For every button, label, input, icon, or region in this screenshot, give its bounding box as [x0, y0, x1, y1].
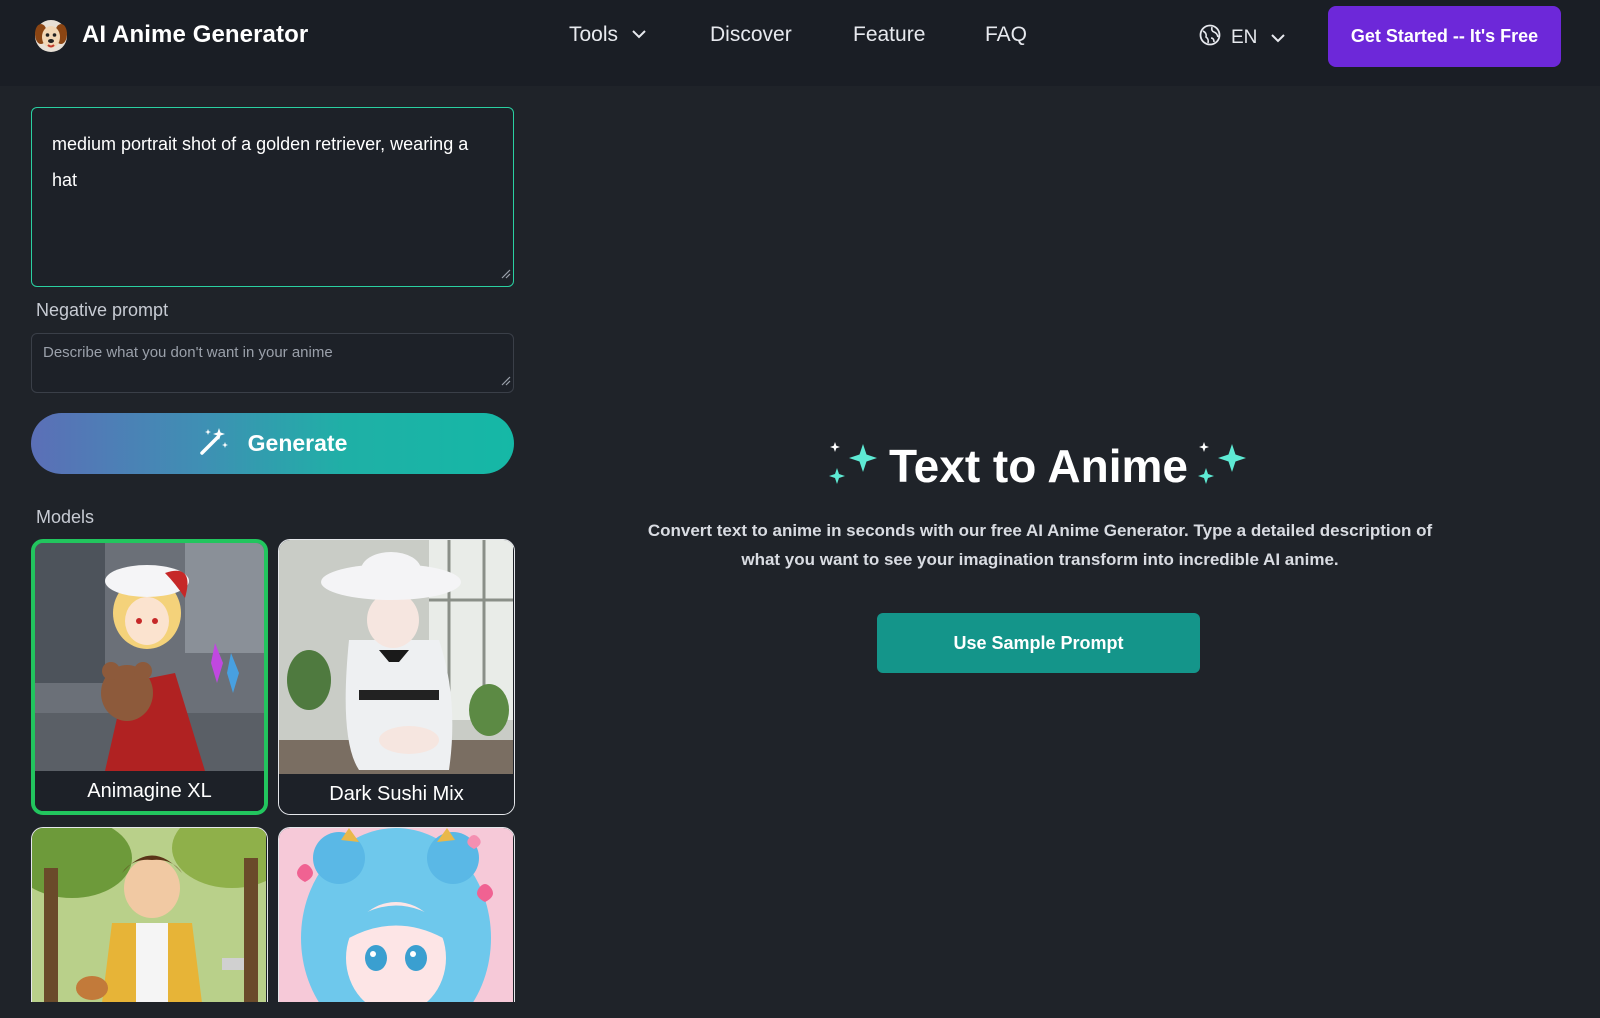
nav-feature[interactable]: Feature [853, 23, 925, 47]
top-navbar: AI Anime Generator Tools Discover Featur… [0, 0, 1600, 86]
prompt-text: medium portrait shot of a golden retriev… [52, 134, 469, 190]
globe-icon [1199, 24, 1221, 52]
chevron-down-icon [1271, 27, 1286, 49]
resize-handle-icon[interactable] [501, 266, 511, 284]
resize-handle-icon[interactable] [501, 373, 511, 390]
hero-title-row: Text to Anime [826, 437, 1251, 495]
language-label: EN [1231, 27, 1258, 48]
nav-discover[interactable]: Discover [710, 23, 792, 47]
nav-tools[interactable]: Tools [569, 23, 646, 47]
hero-description: Convert text to anime in seconds with ou… [647, 521, 1433, 569]
model-name: Dark Sushi Mix [279, 774, 514, 814]
chevron-down-icon [632, 21, 646, 45]
model-card-animagine-xl[interactable]: Animagine XL [31, 539, 268, 815]
model-card-4[interactable] [278, 827, 515, 1002]
prompt-textarea[interactable]: medium portrait shot of a golden retriev… [31, 107, 514, 287]
model-thumbnail-image [279, 828, 514, 1002]
magic-wand-icon [198, 425, 230, 462]
get-started-button[interactable]: Get Started -- It's Free [1328, 6, 1561, 67]
use-sample-prompt-button[interactable]: Use Sample Prompt [877, 613, 1200, 673]
generate-label: Generate [247, 430, 348, 456]
negative-prompt-label: Negative prompt [36, 300, 169, 320]
negative-prompt-placeholder: Describe what you don't want in your ani… [43, 344, 333, 361]
sparkles-icon [827, 440, 881, 493]
negative-prompt-input[interactable]: Describe what you don't want in your ani… [31, 333, 514, 393]
model-name: Animagine XL [35, 771, 264, 811]
hero-title: Text to Anime [888, 440, 1189, 492]
sparkles-icon [1196, 440, 1250, 493]
model-thumbnail-image [35, 543, 264, 771]
model-card-3[interactable] [31, 827, 268, 1002]
model-thumbnail-image [279, 540, 514, 776]
app-title[interactable]: AI Anime Generator [82, 21, 308, 49]
dog-logo-icon[interactable] [34, 19, 68, 53]
model-card-dark-sushi-mix[interactable]: Dark Sushi Mix [278, 539, 515, 815]
nav-tools-label: Tools [569, 23, 619, 46]
nav-faq[interactable]: FAQ [985, 23, 1027, 47]
generate-button[interactable]: Generate [31, 413, 514, 474]
models-label: Models [36, 507, 95, 527]
model-thumbnail-image [32, 828, 267, 1002]
language-selector[interactable]: EN [1199, 24, 1286, 52]
